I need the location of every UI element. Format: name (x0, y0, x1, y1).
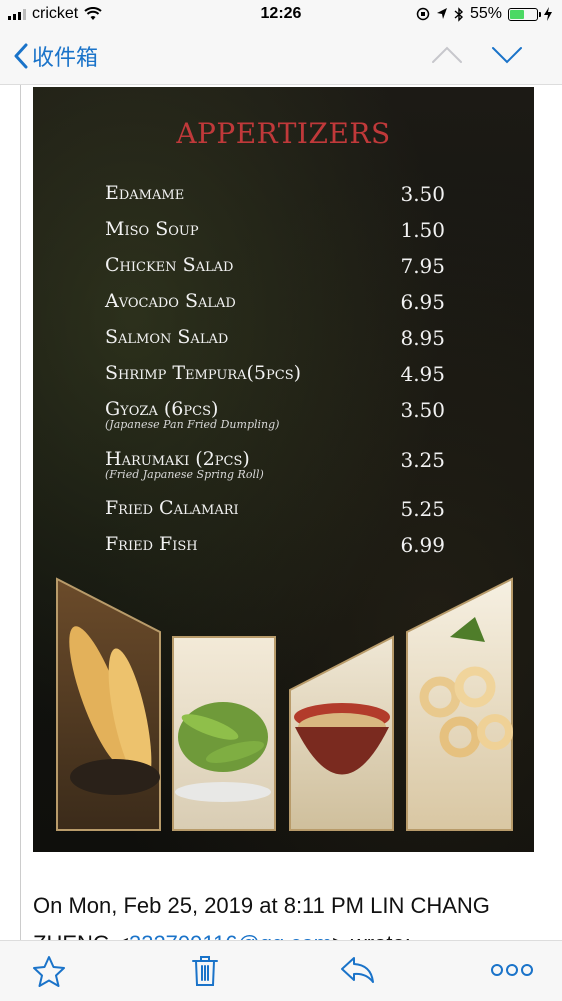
back-label: 收件箱 (32, 45, 99, 70)
menu-item: Fried Calamari 5.25 (105, 497, 445, 521)
menu-title: APPERTIZERS (176, 117, 391, 150)
item-price: 3.50 (400, 398, 445, 422)
calamari-photo (406, 577, 513, 831)
menu-item: Miso Soup 1.50 (105, 218, 445, 242)
menu-item: Chicken Salad 7.95 (105, 254, 445, 278)
trash-icon[interactable] (192, 955, 218, 987)
back-button[interactable]: 收件箱 (14, 40, 98, 72)
location-icon (436, 8, 447, 19)
menu-item: Fried Fish 6.99 (105, 533, 445, 557)
battery-icon (508, 7, 541, 21)
star-icon[interactable] (32, 955, 66, 987)
item-price: 6.95 (400, 290, 445, 314)
menu-item: Harumaki (2pcs) (Fried Japanese Spring R… (105, 448, 445, 481)
item-description: (Fried Japanese Spring Roll) (105, 468, 264, 481)
status-bar: cricket 12:26 55% (0, 0, 562, 28)
item-price: 7.95 (400, 254, 445, 278)
miso-soup-photo (289, 635, 394, 831)
menu-item: Edamame 3.50 (105, 182, 445, 206)
battery-percent: 55% (469, 5, 502, 22)
item-description: (Japanese Pan Fried Dumpling) (105, 418, 280, 431)
message-body[interactable]: APPERTIZERS Edamame 3.50 Miso Soup 1.50 … (0, 85, 562, 940)
item-name: Chicken Salad (105, 254, 234, 276)
item-name: Shrimp Tempura(5pcs) (105, 362, 302, 384)
item-name: Fried Calamari (105, 497, 239, 519)
tempura-photo (56, 577, 161, 831)
item-price: 6.99 (400, 533, 445, 557)
item-name: Salmon Salad (105, 326, 229, 348)
reply-header-line2: ZHENG <332709116@qq.com> wrote: (33, 931, 411, 940)
item-name: Edamame (105, 182, 185, 204)
orientation-lock-icon (416, 7, 430, 21)
item-price: 5.25 (400, 497, 445, 521)
item-name: Miso Soup (105, 218, 199, 240)
nav-bar: 收件箱 (0, 28, 562, 85)
menu-item: Avocado Salad 6.95 (105, 290, 445, 314)
quote-bar (20, 85, 21, 940)
menu-item: Gyoza (6pcs) (Japanese Pan Fried Dumplin… (105, 398, 445, 431)
reply-wrote: > wrote: (332, 931, 411, 940)
previous-message-button[interactable] (430, 42, 464, 66)
bottom-toolbar (0, 940, 562, 1001)
item-price: 4.95 (400, 362, 445, 386)
item-price: 8.95 (400, 326, 445, 350)
item-name: Gyoza (6pcs) (105, 398, 219, 420)
bluetooth-icon (454, 6, 463, 22)
reply-icon[interactable] (340, 955, 376, 985)
item-name: Fried Fish (105, 533, 198, 555)
next-message-button[interactable] (490, 42, 524, 66)
item-price: 3.25 (400, 448, 445, 472)
item-price: 3.50 (400, 182, 445, 206)
menu-item: Shrimp Tempura(5pcs) 4.95 (105, 362, 445, 386)
menu-image[interactable]: APPERTIZERS Edamame 3.50 Miso Soup 1.50 … (33, 87, 534, 852)
status-right: 55% (416, 5, 552, 23)
sender-email-link[interactable]: 332709116@qq.com (129, 931, 332, 940)
more-icon[interactable] (490, 963, 534, 977)
item-name: Harumaki (2pcs) (105, 448, 250, 470)
item-price: 1.50 (400, 218, 445, 242)
charging-icon (544, 7, 552, 21)
chevron-left-icon (14, 43, 28, 69)
food-photos (56, 577, 513, 831)
reply-header-line1: On Mon, Feb 25, 2019 at 8:11 PM LIN CHAN… (33, 893, 490, 918)
reply-sender-name: ZHENG < (33, 931, 129, 940)
edamame-photo (172, 636, 276, 831)
item-name: Avocado Salad (105, 290, 236, 312)
menu-item: Salmon Salad 8.95 (105, 326, 445, 350)
